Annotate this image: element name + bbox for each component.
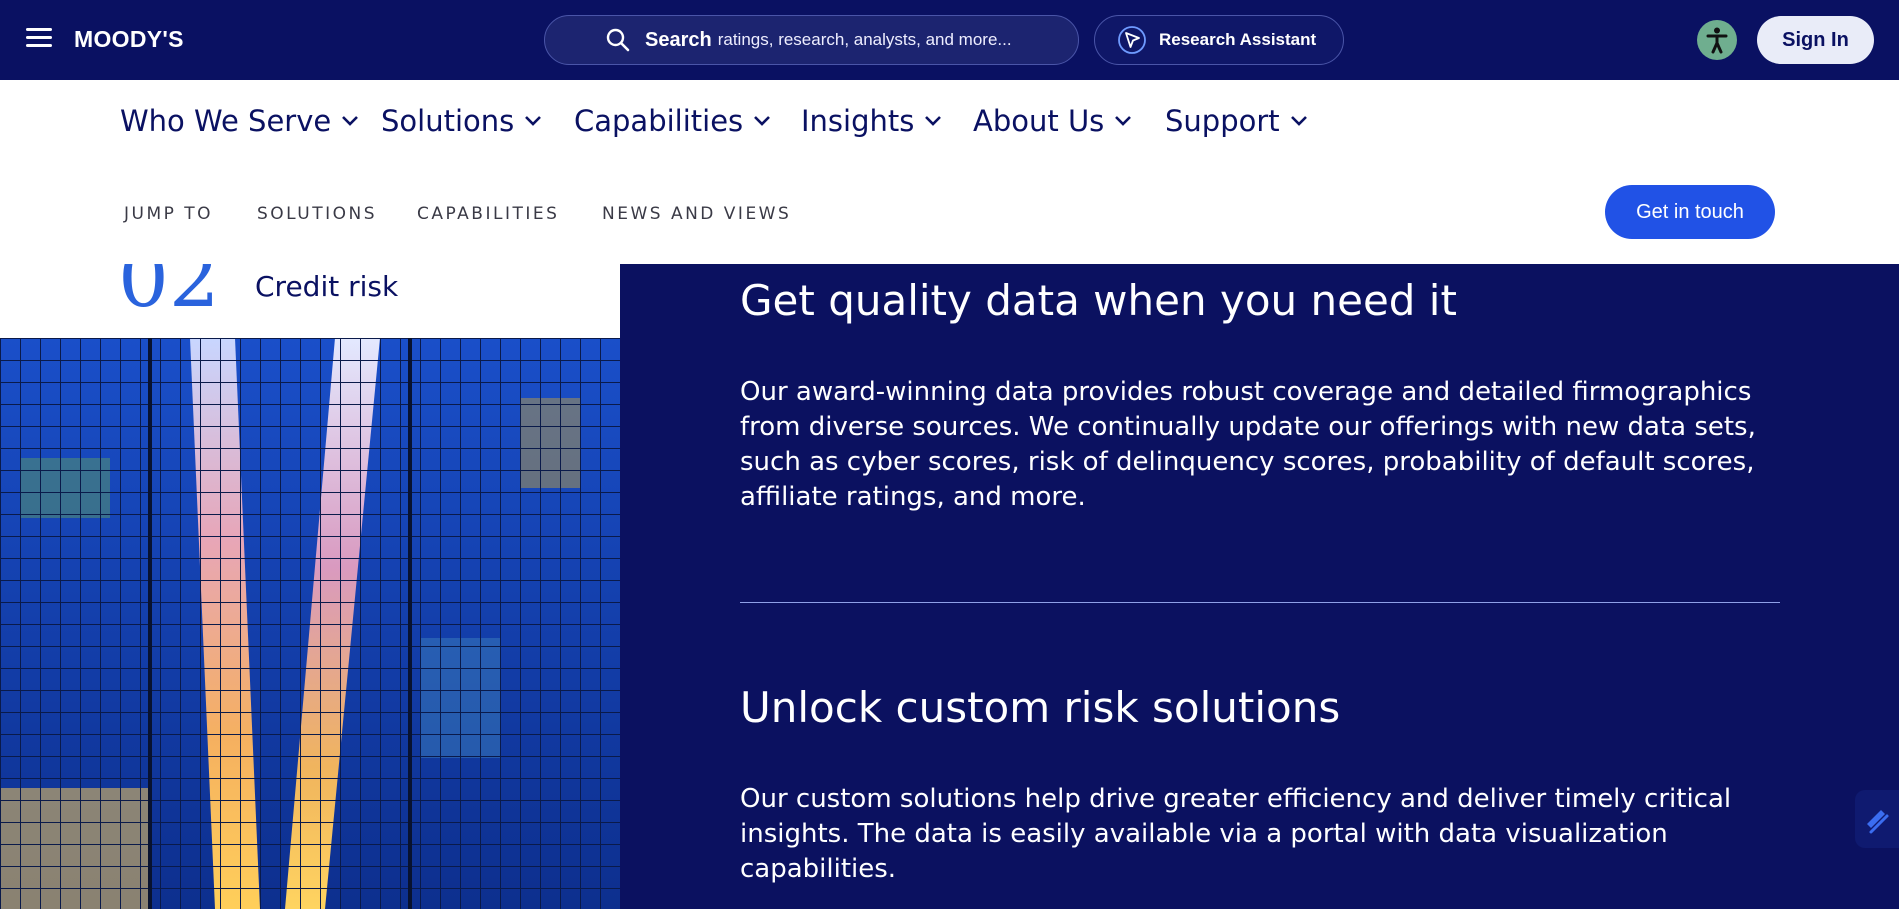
section-number: 02 [118, 264, 220, 325]
nav-item-insights[interactable]: Insights [801, 104, 942, 138]
nav-item-label: Insights [801, 104, 915, 138]
section-divider [740, 602, 1780, 603]
nav-item-about-us[interactable]: About Us [973, 104, 1132, 138]
jump-to-bar: JUMP TO SOLUTIONS CAPABILITIES NEWS AND … [0, 164, 1899, 264]
main-nav: Who We Serve Solutions Capabilities Insi… [0, 80, 1899, 164]
jump-link-news-and-views[interactable]: NEWS AND VIEWS [602, 204, 791, 224]
tab-credit-risk[interactable]: 02 Credit risk [0, 264, 620, 338]
assistant-cursor-icon [1118, 26, 1146, 54]
section-body-quality-data: Our award-winning data provides robust c… [740, 377, 1756, 512]
nav-item-label: Support [1165, 104, 1280, 138]
sign-in-button[interactable]: Sign In [1757, 16, 1874, 64]
nav-item-solutions[interactable]: Solutions [381, 104, 542, 138]
menu-icon[interactable] [26, 28, 52, 50]
content-panel: Get quality data when you need it Our aw… [620, 264, 1899, 909]
research-assistant-button[interactable]: Research Assistant [1094, 15, 1344, 65]
section-body-custom-risk: Our custom solutions help drive greater … [740, 784, 1732, 884]
widget-glyph-icon [1867, 810, 1889, 834]
jump-to-label: JUMP TO [124, 204, 214, 224]
chevron-down-icon [342, 116, 359, 126]
get-in-touch-button[interactable]: Get in touch [1605, 185, 1775, 239]
section-heading-quality-data: Get quality data when you need it [740, 276, 1457, 325]
logo[interactable]: MOODY'S [74, 26, 184, 53]
nav-item-label: Capabilities [574, 104, 744, 138]
jump-link-capabilities[interactable]: CAPABILITIES [417, 204, 559, 224]
search-label: Search [645, 28, 712, 51]
section-label: Credit risk [255, 270, 399, 303]
search-bar[interactable]: Search ratings, research, analysts, and … [544, 15, 1079, 65]
nav-item-capabilities[interactable]: Capabilities [574, 104, 771, 138]
nav-item-who-we-serve[interactable]: Who We Serve [120, 104, 359, 138]
search-icon [606, 28, 630, 52]
chevron-down-icon [1290, 116, 1307, 126]
nav-item-label: About Us [973, 104, 1105, 138]
chevron-down-icon [925, 116, 942, 126]
nav-item-label: Who We Serve [120, 104, 332, 138]
search-placeholder: ratings, research, analysts, and more... [717, 30, 1012, 49]
nav-item-support[interactable]: Support [1165, 104, 1308, 138]
chevron-down-icon [754, 116, 771, 126]
accessibility-icon[interactable] [1697, 20, 1737, 60]
building-image [0, 338, 620, 909]
accessibility-figure-icon [1706, 27, 1728, 54]
chevron-down-icon [525, 116, 542, 126]
top-header: MOODY'S Search ratings, research, analys… [0, 0, 1899, 80]
floating-widget-icon[interactable] [1855, 790, 1899, 848]
nav-item-label: Solutions [381, 104, 515, 138]
section-heading-custom-risk: Unlock custom risk solutions [740, 683, 1341, 732]
research-assistant-label: Research Assistant [1159, 30, 1317, 49]
jump-link-solutions[interactable]: SOLUTIONS [257, 204, 377, 224]
chevron-down-icon [1115, 116, 1132, 126]
